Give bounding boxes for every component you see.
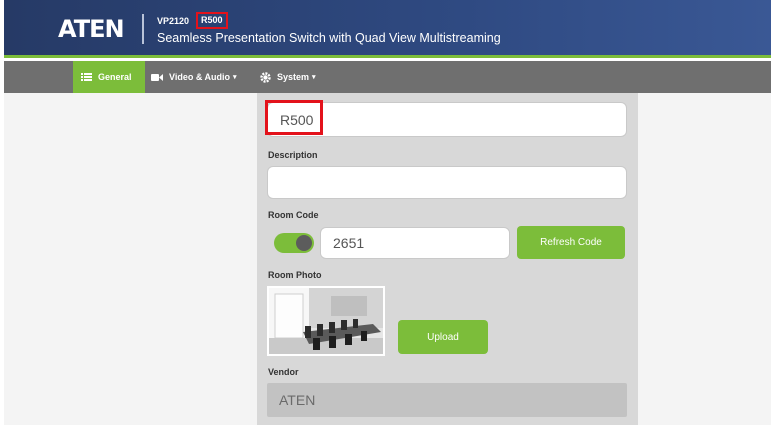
room-code-toggle[interactable] (274, 233, 314, 253)
vendor-field: ATEN (267, 383, 627, 417)
model-number: VP2120 (157, 15, 190, 26)
toggle-knob (296, 235, 312, 251)
room-code-input[interactable]: 2651 (320, 227, 510, 259)
description-label: Description (268, 150, 318, 160)
tab-system[interactable]: System ▾ (260, 61, 316, 93)
chevron-down-icon: ▾ (312, 74, 316, 81)
room-code-label: Room Code (268, 210, 319, 220)
tab-system-label: System (277, 72, 310, 82)
tab-general-label: General (98, 72, 132, 82)
app-header: ATEN VP2120 R500 Seamless Presentation S… (4, 0, 771, 58)
main-navbar: General Video & Audio ▾ System ▾ (4, 61, 771, 93)
vendor-label: Vendor (268, 367, 299, 377)
model-line: VP2120 R500 (157, 12, 228, 29)
device-name-input[interactable]: R500 (265, 100, 627, 137)
camera-icon (151, 73, 163, 81)
chevron-down-icon: ▾ (233, 74, 237, 81)
tab-video-audio-label: Video & Audio (169, 72, 231, 82)
aten-logo: ATEN (58, 15, 125, 43)
description-input[interactable] (267, 166, 627, 199)
product-description: Seamless Presentation Switch with Quad V… (157, 31, 501, 45)
gear-icon (260, 71, 271, 83)
room-photo-label: Room Photo (268, 270, 322, 280)
device-name-value: R500 (280, 111, 314, 128)
room-photo-image (267, 286, 385, 356)
vendor-value: ATEN (279, 392, 316, 408)
tab-general[interactable]: General (73, 61, 145, 93)
logo-text: ATEN (58, 15, 125, 43)
refresh-code-button[interactable]: Refresh Code (517, 226, 625, 259)
room-code-value: 2651 (333, 235, 365, 251)
settings-panel (257, 93, 638, 425)
tab-video-audio[interactable]: Video & Audio ▾ (151, 61, 237, 93)
conference-room-picture (269, 288, 383, 354)
header-divider (142, 14, 144, 44)
device-name-label: R500 (196, 12, 228, 29)
list-icon (81, 73, 92, 81)
upload-button[interactable]: Upload (398, 320, 488, 354)
